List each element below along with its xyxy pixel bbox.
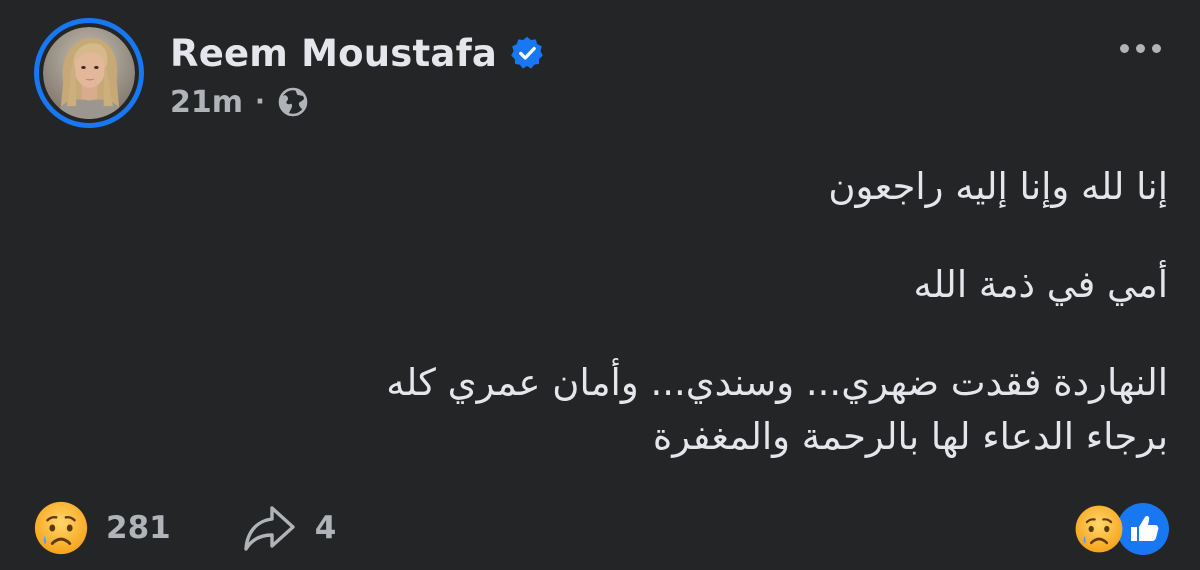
verified-badge-icon [511,36,543,69]
more-dot-icon [1135,43,1145,53]
engagement-bar: 281 4 [32,500,336,556]
facebook-post: Reem Moustafa 21m · إنا لله وإنا إليه را… [0,0,1200,570]
avatar-frame [39,23,139,123]
sad-face-icon[interactable] [32,499,90,557]
share-arrow-icon[interactable] [241,502,297,554]
post-text-line: إنا لله وإنا إليه راجعون [828,165,1168,208]
reaction-count[interactable]: 281 [106,510,171,546]
author-row: Reem Moustafa [170,28,545,78]
more-dot-icon [1151,43,1161,53]
post-timestamp[interactable]: 21m [170,85,243,120]
post-body: إنا لله وإنا إليه راجعون أمي في ذمة الله… [168,160,1168,464]
avatar[interactable] [43,27,135,119]
share-group[interactable]: 4 [241,502,337,554]
share-count[interactable]: 4 [315,510,337,546]
post-text-line: النهاردة فقدت ضهري... وسندي... وأمان عمر… [386,361,1168,404]
post-text-paragraph: النهاردة فقدت ضهري... وسندي... وأمان عمر… [168,356,1168,464]
meta-separator: · [255,87,265,117]
story-ring[interactable] [34,18,144,128]
more-options-button[interactable] [1110,30,1170,66]
sad-face-icon [1075,505,1123,553]
globe-icon[interactable] [277,86,309,118]
more-dot-icon [1119,43,1129,53]
reaction-summary[interactable] [1073,500,1173,556]
post-meta: 21m · [170,82,309,122]
author-name[interactable]: Reem Moustafa [170,32,497,75]
post-text-line: أمي في ذمة الله [913,263,1168,306]
post-text-line: برجاء الدعاء لها بالرحمة والمغفرة [652,415,1168,458]
